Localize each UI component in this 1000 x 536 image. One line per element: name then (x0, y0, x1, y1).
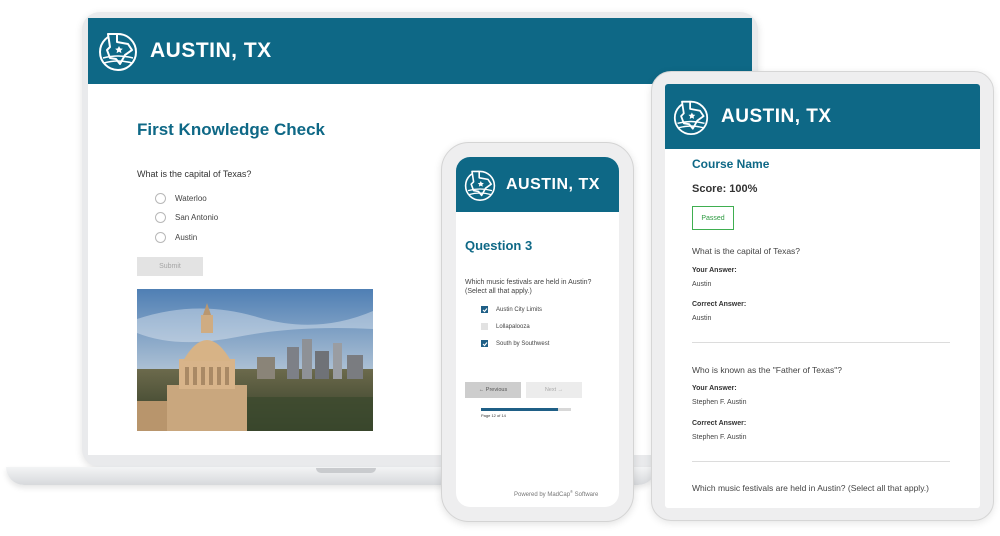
your-answer-label: Your Answer: (692, 385, 737, 392)
texas-map-logo-icon (464, 170, 496, 201)
powered-prefix: Powered by MadCap (514, 492, 571, 498)
checkbox-unchecked[interactable] (481, 323, 488, 330)
brand-title: AUSTIN, TX (721, 105, 832, 127)
brand-title: AUSTIN, TX (506, 175, 600, 193)
radio-label: Austin (175, 233, 198, 242)
checkbox-option-austin-city-limits[interactable]: Austin City Limits (481, 306, 542, 313)
previous-button[interactable]: ← Previous (465, 382, 521, 398)
radio-button[interactable] (155, 193, 166, 204)
radio-button[interactable] (155, 212, 166, 223)
divider (692, 461, 950, 462)
your-answer-label: Your Answer: (692, 267, 737, 274)
brand-title: AUSTIN, TX (150, 39, 272, 62)
phone-screen: AUSTIN, TX Question 3 Which music festiv… (456, 157, 619, 507)
correct-answer-label: Correct Answer: (692, 420, 747, 427)
checkbox-option-lollapalooza[interactable]: Lollapalooza (481, 323, 530, 330)
checkmark-icon (482, 307, 487, 312)
powered-suffix: Software (572, 492, 599, 498)
correct-answer-value: Austin (692, 315, 712, 322)
result-question: What is the capital of Texas? (692, 246, 801, 256)
page-title: First Knowledge Check (137, 120, 325, 139)
phone-header: AUSTIN, TX (456, 157, 619, 212)
checkbox-option-south-by-southwest[interactable]: South by Southwest (481, 340, 549, 347)
radio-label: Waterloo (175, 194, 207, 203)
page-indicator: Page 12 of 14 (481, 413, 506, 418)
checkbox-checked[interactable] (481, 306, 488, 313)
your-answer-value: Austin (692, 281, 712, 288)
powered-by-text: Powered by MadCap® Software (514, 489, 598, 498)
correct-answer-value: Stephen F. Austin (692, 434, 747, 441)
status-badge: Passed (692, 206, 734, 230)
tablet-screen: AUSTIN, TX Course Name Score: 100% Passe… (665, 84, 980, 508)
checkbox-checked[interactable] (481, 340, 488, 347)
checkbox-label: Austin City Limits (496, 306, 543, 313)
radio-label: San Antonio (175, 213, 219, 222)
submit-button[interactable]: Submit (137, 257, 203, 276)
tablet-header: AUSTIN, TX (665, 84, 980, 149)
tablet-frame: AUSTIN, TX Course Name Score: 100% Passe… (651, 71, 994, 521)
course-name: Course Name (692, 157, 770, 171)
progress-fill (481, 408, 559, 411)
question-heading: Question 3 (465, 238, 533, 253)
your-answer-value: Stephen F. Austin (692, 399, 747, 406)
correct-answer-label: Correct Answer: (692, 301, 747, 308)
checkbox-label: South by Southwest (496, 340, 550, 347)
question-text: What is the capital of Texas? (137, 169, 252, 179)
next-button[interactable]: Next → (526, 382, 582, 398)
result-question: Which music festivals are held in Austin… (692, 483, 930, 493)
texas-capitol-photo (137, 289, 373, 431)
score-text: Score: 100% (692, 183, 758, 195)
laptop-header: AUSTIN, TX (88, 18, 752, 84)
radio-option-san-antonio[interactable]: San Antonio (155, 212, 218, 223)
checkbox-label: Lollapalooza (496, 323, 530, 330)
question-text: Which music festivals are held in Austin… (465, 279, 592, 295)
laptop-notch (316, 468, 376, 473)
result-question: Who is known as the "Father of Texas"? (692, 365, 842, 375)
progress-bar (481, 408, 571, 411)
checkmark-icon (482, 341, 487, 346)
radio-button[interactable] (155, 232, 166, 243)
texas-map-logo-icon (673, 100, 709, 135)
radio-option-waterloo[interactable]: Waterloo (155, 193, 207, 204)
radio-option-austin[interactable]: Austin (155, 232, 197, 243)
divider (692, 342, 950, 343)
phone-frame: AUSTIN, TX Question 3 Which music festiv… (441, 142, 634, 522)
texas-map-logo-icon (99, 33, 137, 71)
